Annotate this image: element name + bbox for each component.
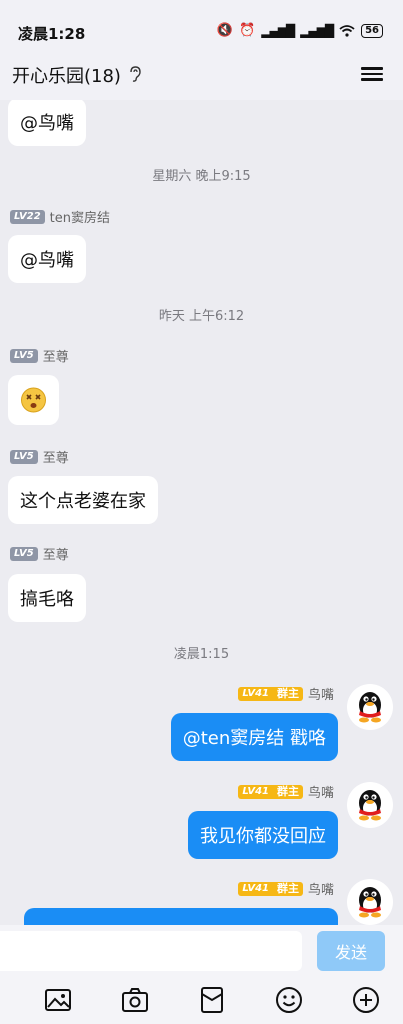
emoji-icon[interactable] [274,985,304,1015]
message-text: @鸟嘴 [20,113,74,134]
sender-name[interactable]: 鸟嘴 [308,879,334,898]
level-badge: LV22 [10,209,45,224]
message-bubble[interactable]: 我见你都没回应 [188,811,338,859]
chat-messages[interactable]: @鸟嘴 星期六 晚上9:15 LV22 ten窦房结 @鸟嘴 昨天 上午6:12… [0,100,403,925]
camera-icon[interactable] [120,985,150,1015]
message-input[interactable] [0,931,302,971]
wifi-icon [339,24,355,37]
input-bar: 发送 [0,925,403,1024]
menu-icon[interactable] [361,64,383,84]
sender-name[interactable]: 鸟嘴 [308,684,334,703]
message-bubble[interactable]: 这个点老婆在家 [8,476,158,524]
sender-info: LV41 群主 鸟嘴 [238,684,334,703]
sender-name[interactable]: 鸟嘴 [308,782,334,801]
message-text: 这个点老婆在家 [20,491,146,512]
level-badge: LV5 [10,348,38,363]
chat-header: 开心乐园(18) [0,50,403,100]
level-badge: LV41 [238,686,273,701]
sender-info: LV41 群主 鸟嘴 [238,879,334,898]
message-text: 搞毛咯 [20,589,74,610]
owner-badge: 群主 [272,686,303,701]
penguin-avatar-icon [359,692,381,723]
avatar[interactable] [347,879,393,925]
penguin-avatar-icon [359,790,381,821]
signal-icon: ▂▄▆█ [261,23,295,38]
plus-icon[interactable] [351,985,381,1015]
penguin-avatar-icon [359,887,381,918]
message-text: 我见你都没回应 [200,826,326,847]
sender-name[interactable]: 至尊 [43,447,69,466]
message-text: @ten窦房结 戳咯 [182,728,326,749]
sender-name[interactable]: ten窦房结 [50,207,110,226]
signal-2-icon: ▂▄▆█ [300,23,334,38]
level-badge: LV41 [238,881,273,896]
message-bubble[interactable] [24,908,338,925]
ear-icon [130,66,141,82]
message-bubble[interactable]: 搞毛咯 [8,574,86,622]
toolbar [0,985,403,1019]
level-badge: LV5 [10,449,38,464]
sender-info: LV5 至尊 [10,544,69,563]
owner-badge: 群主 [272,881,303,896]
message-bubble[interactable]: @ten窦房结 戳咯 [170,713,338,761]
sender-info: LV41 群主 鸟嘴 [238,782,334,801]
sender-info: LV5 至尊 [10,447,69,466]
group-title[interactable]: 开心乐园(18) [12,62,121,88]
dizzy-face-emoji-icon [21,387,46,413]
timestamp: 凌晨1:15 [173,647,230,662]
avatar[interactable] [347,782,393,828]
level-badge: LV5 [10,546,38,561]
image-icon[interactable] [43,985,73,1015]
battery-icon: 56 [361,23,383,38]
sender-info: LV22 ten窦房结 [10,207,110,226]
send-button[interactable]: 发送 [317,931,385,971]
avatar[interactable] [347,684,393,730]
message-bubble[interactable]: @鸟嘴 [8,100,86,146]
level-badge: LV41 [238,784,273,799]
sender-name[interactable]: 至尊 [43,346,69,365]
sender-name[interactable]: 至尊 [43,544,69,563]
mute-icon: 🔇 [216,23,234,38]
message-text: @鸟嘴 [20,250,74,271]
timestamp: 昨天 上午6:12 [158,309,245,324]
alarm-icon: ⏰ [239,23,256,38]
status-time: 凌晨1:28 [18,25,86,43]
message-bubble[interactable] [8,375,59,425]
message-bubble[interactable]: @鸟嘴 [8,235,86,283]
timestamp: 星期六 晚上9:15 [152,169,251,184]
status-icons: 🔇 ⏰ ▂▄▆█ ▂▄▆█ 56 [217,23,383,38]
owner-badge: 群主 [272,784,303,799]
red-packet-icon[interactable] [197,985,227,1015]
sender-info: LV5 至尊 [10,346,69,365]
